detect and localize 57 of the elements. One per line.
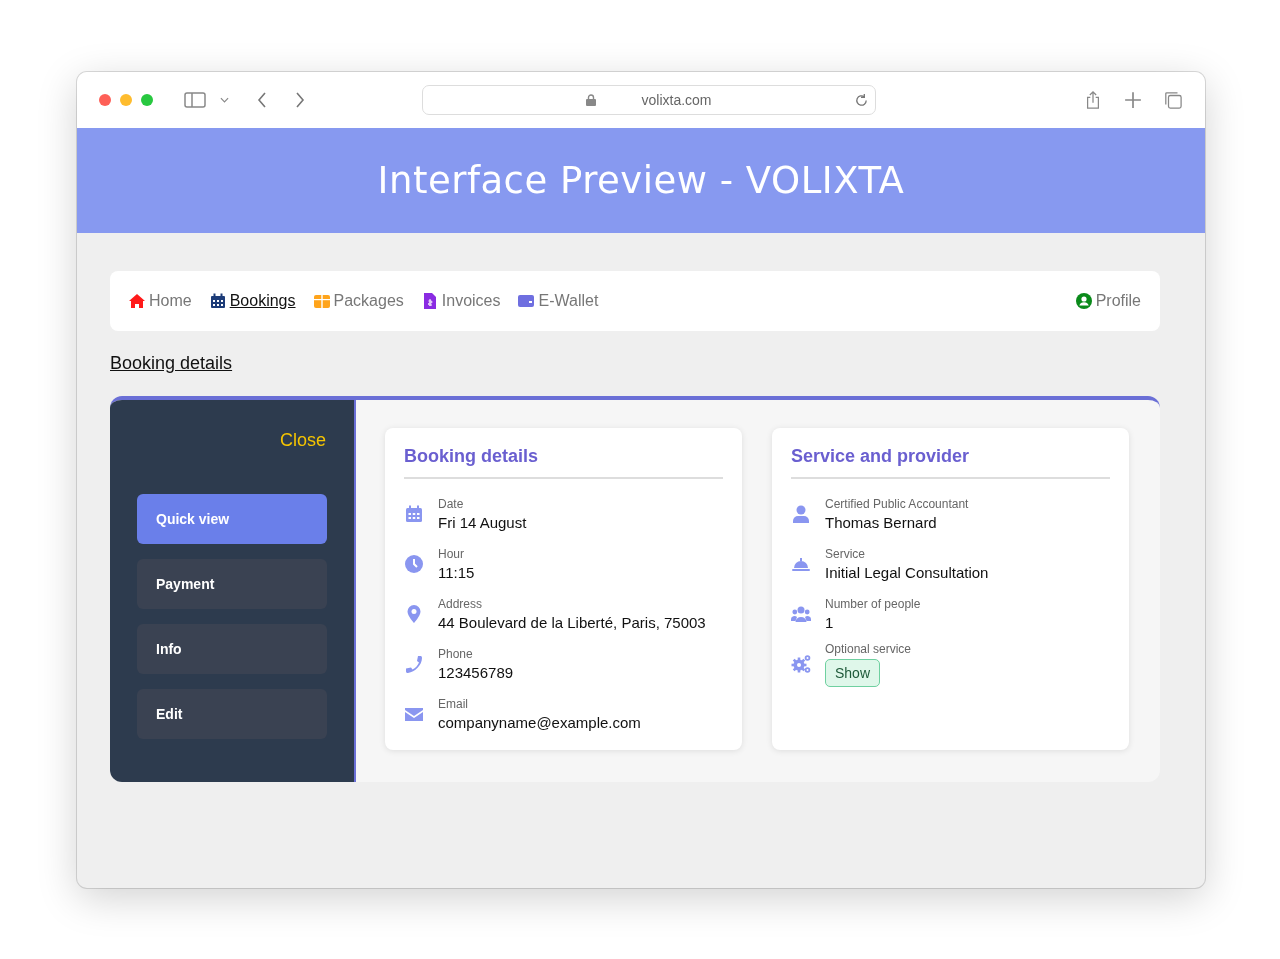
minimize-window-icon[interactable] [120, 94, 132, 106]
field-value: 1 [825, 614, 834, 631]
wallet-icon [518, 293, 535, 309]
close-window-icon[interactable] [99, 94, 111, 106]
maximize-window-icon[interactable] [141, 94, 153, 106]
field-value: 123456789 [438, 664, 514, 681]
card-title: Service and provider [791, 446, 1110, 479]
field-label: Phone [438, 647, 473, 661]
nav-link[interactable]: Bookings [209, 292, 296, 310]
gears-icon [791, 654, 811, 674]
field-label: Hour [438, 547, 464, 561]
nav-link[interactable]: Invoices [421, 292, 501, 310]
back-icon[interactable] [257, 92, 267, 108]
chevron-down-icon[interactable] [220, 97, 229, 103]
card-title: Booking details [404, 446, 723, 479]
menu-button[interactable]: Quick view [137, 494, 327, 544]
people-icon [791, 604, 811, 624]
new-tab-icon[interactable] [1123, 91, 1143, 109]
person-icon [791, 504, 811, 524]
field-value: Initial Legal Consultation [825, 564, 989, 581]
address-bar[interactable]: volixta.com [422, 85, 876, 115]
calendar-icon [209, 293, 226, 309]
breadcrumb-link[interactable]: Booking details [110, 353, 233, 374]
menu-button[interactable]: Edit [137, 689, 327, 739]
reload-icon[interactable] [854, 92, 869, 108]
nav-link[interactable]: E-Wallet [518, 292, 599, 310]
box-icon [313, 293, 330, 309]
clock-icon [404, 554, 424, 574]
field-label: Address [438, 597, 483, 611]
nav-link[interactable]: Home [129, 292, 192, 310]
close-link[interactable]: Close [279, 430, 326, 451]
profile-link[interactable]: Profile [1075, 292, 1141, 310]
tabs-overview-icon[interactable] [1163, 91, 1183, 109]
lock-icon [586, 94, 597, 106]
field-label: Certified Public Accountant [825, 497, 969, 511]
calendar-icon [404, 504, 424, 524]
forward-icon[interactable] [295, 92, 305, 108]
field-value: Fri 14 August [438, 514, 527, 531]
invoice-icon [421, 293, 438, 309]
menu-button[interactable]: Payment [137, 559, 327, 609]
page-title: Interface Preview - VOLIXTA [377, 159, 905, 202]
sidebar-icon[interactable] [184, 92, 206, 108]
user-icon [1075, 293, 1092, 309]
field-label: Date [438, 497, 464, 511]
show-button[interactable]: Show [825, 658, 881, 687]
nav-link[interactable]: Packages [313, 292, 404, 310]
field-value: 11:15 [438, 564, 475, 581]
field-value: Thomas Bernard [825, 514, 937, 531]
field-label: Email [438, 697, 468, 711]
field-label: Optional service [825, 641, 912, 656]
menu-button[interactable]: Info [137, 624, 327, 674]
field-value: 44 Boulevard de la Liberté, Paris, 75003 [438, 614, 706, 631]
field-label: Service [825, 547, 865, 561]
home-icon [129, 293, 145, 309]
phone-icon [404, 654, 424, 674]
field-label: Number of people [825, 597, 921, 611]
field-value: companyname@example.com [438, 714, 641, 731]
